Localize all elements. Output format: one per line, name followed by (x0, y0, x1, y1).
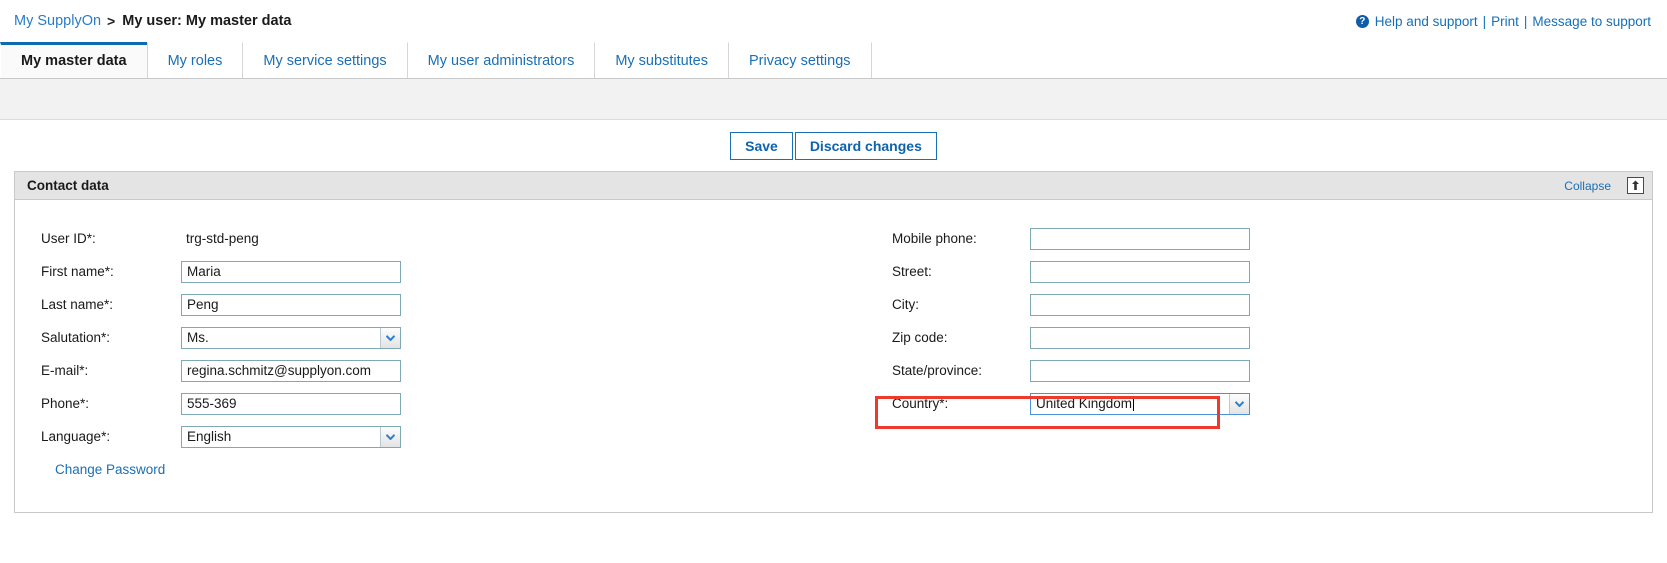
street-input[interactable] (1030, 260, 1250, 283)
form-columns: User ID*: trg-std-peng First name*: Last… (15, 222, 1652, 486)
country-value: United Kingdom (1036, 396, 1133, 411)
tab-label: My service settings (263, 53, 387, 69)
link-separator-1: | (1482, 13, 1487, 29)
help-circle-icon: ? (1355, 14, 1369, 28)
field-row-email: E-mail*: (41, 354, 875, 387)
salutation-label: Salutation*: (41, 330, 111, 345)
field-row-language: Language*: English (41, 420, 875, 453)
tab-my-roles[interactable]: My roles (146, 42, 244, 78)
page-root: My SupplyOn > My user: My master data ? … (0, 0, 1667, 563)
chevron-down-icon[interactable] (380, 426, 400, 447)
panel-body: User ID*: trg-std-peng First name*: Last… (15, 200, 1652, 512)
field-row-change-password: Change Password (41, 453, 875, 486)
discard-changes-button[interactable]: Discard changes (794, 131, 937, 160)
country-label: Country*: (892, 396, 949, 411)
language-value: English (187, 429, 232, 444)
tab-bar: My master data My roles My service setti… (0, 42, 1667, 79)
field-row-street: Street: (892, 255, 1635, 288)
tab-label: Privacy settings (749, 53, 851, 69)
field-row-city: City: (892, 288, 1635, 321)
field-row-zip-code: Zip code: (892, 321, 1635, 354)
form-column-right: Mobile phone: Street: City: Zip code: St… (875, 222, 1635, 486)
country-combobox[interactable]: United Kingdom (1030, 392, 1250, 415)
tab-my-service-settings[interactable]: My service settings (242, 42, 408, 78)
field-row-phone: Phone*: (41, 387, 875, 420)
chevron-down-icon[interactable] (380, 327, 400, 348)
mobile-phone-input[interactable] (1030, 227, 1250, 250)
tab-label: My substitutes (615, 53, 708, 69)
language-select[interactable]: English (181, 425, 401, 448)
top-links: ? Help and support | Print | Message to … (1355, 0, 1651, 42)
link-separator-2: | (1523, 13, 1528, 29)
state-province-label: State/province: (892, 363, 983, 378)
form-column-left: User ID*: trg-std-peng First name*: Last… (15, 222, 875, 486)
city-label: City: (892, 297, 919, 312)
email-input[interactable] (181, 359, 401, 382)
phone-label: Phone*: (41, 396, 90, 411)
breadcrumb-root-link[interactable]: My SupplyOn (14, 13, 101, 29)
message-to-support-link[interactable]: Message to support (1532, 14, 1651, 29)
breadcrumb: My SupplyOn > My user: My master data (14, 13, 291, 29)
tab-my-substitutes[interactable]: My substitutes (594, 42, 729, 78)
first-name-input[interactable] (181, 260, 401, 283)
top-bar: My SupplyOn > My user: My master data ? … (0, 0, 1667, 42)
user-id-value: trg-std-peng (186, 231, 259, 246)
first-name-label: First name*: (41, 264, 114, 279)
tab-my-user-administrators[interactable]: My user administrators (406, 42, 596, 78)
tab-label: My roles (167, 53, 223, 69)
tab-my-master-data[interactable]: My master data (0, 42, 148, 78)
user-id-label: User ID*: (41, 231, 96, 246)
zip-code-label: Zip code: (892, 330, 948, 345)
contact-data-panel: Contact data Collapse User ID*: trg-std-… (14, 171, 1653, 513)
email-label: E-mail*: (41, 363, 89, 378)
tab-label: My master data (21, 53, 127, 69)
help-and-support-link[interactable]: Help and support (1375, 14, 1478, 29)
field-row-user-id: User ID*: trg-std-peng (41, 222, 875, 255)
last-name-input[interactable] (181, 293, 401, 316)
panel-title: Contact data (27, 178, 109, 193)
street-label: Street: (892, 264, 932, 279)
phone-input[interactable] (181, 392, 401, 415)
tab-privacy-settings[interactable]: Privacy settings (728, 42, 872, 78)
change-password-link[interactable]: Change Password (55, 462, 165, 477)
language-label: Language*: (41, 429, 111, 444)
breadcrumb-current: My user: My master data (122, 13, 292, 29)
collapse-link[interactable]: Collapse (1564, 179, 1611, 193)
city-input[interactable] (1030, 293, 1250, 316)
field-row-first-name: First name*: (41, 255, 875, 288)
field-row-last-name: Last name*: (41, 288, 875, 321)
state-province-input[interactable] (1030, 359, 1250, 382)
field-row-country: Country*: United Kingdom (892, 387, 1635, 420)
action-bar: Save Discard changes (0, 120, 1667, 171)
chevron-down-icon[interactable] (1229, 393, 1249, 414)
panel-header-actions: Collapse (1564, 177, 1644, 194)
print-link[interactable]: Print (1491, 14, 1519, 29)
save-button[interactable]: Save (730, 131, 793, 160)
salutation-select[interactable]: Ms. (181, 326, 401, 349)
mobile-phone-label: Mobile phone: (892, 231, 977, 246)
last-name-label: Last name*: (41, 297, 114, 312)
toolbar-spacer-band (0, 79, 1667, 120)
panel-header: Contact data Collapse (15, 172, 1652, 200)
field-row-state-province: State/province: (892, 354, 1635, 387)
text-cursor (1133, 396, 1135, 411)
field-row-mobile-phone: Mobile phone: (892, 222, 1635, 255)
tab-label: My user administrators (427, 53, 575, 69)
field-row-salutation: Salutation*: Ms. (41, 321, 875, 354)
collapse-up-arrow-icon[interactable] (1627, 177, 1644, 194)
salutation-value: Ms. (187, 330, 209, 345)
zip-code-input[interactable] (1030, 326, 1250, 349)
breadcrumb-separator: > (107, 13, 116, 29)
